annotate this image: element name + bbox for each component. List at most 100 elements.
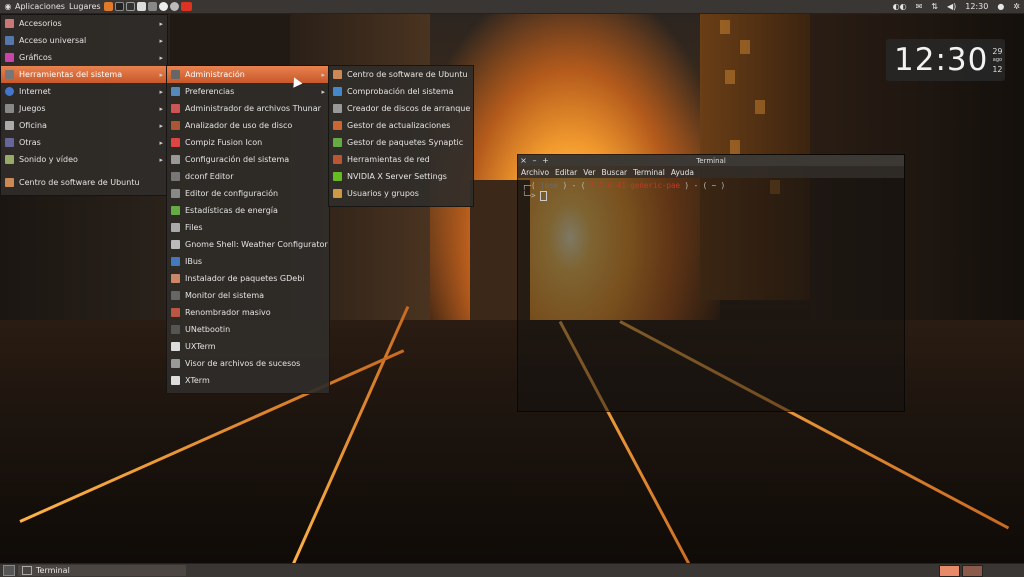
ibus-icon (171, 257, 180, 266)
minimize-icon[interactable]: – (529, 156, 540, 165)
submenu-item-files[interactable]: Files (167, 219, 329, 236)
top-panel: ◉ Aplicaciones Lugares ◐◐ ✉ ⇅ ◀) 12:30 ●… (0, 0, 1024, 14)
text-cursor (540, 191, 548, 201)
submenu-item-uxterm[interactable]: UXTerm (167, 338, 329, 355)
close-icon[interactable]: × (518, 156, 529, 165)
clock-month: ago (992, 56, 1003, 63)
terminal-menu-buscar[interactable]: Buscar (599, 168, 631, 177)
thunar-icon (171, 104, 180, 113)
admin-item-software-center[interactable]: Centro de software de Ubuntu (329, 66, 473, 83)
system-settings-icon (171, 155, 180, 164)
admin-item-nvidia[interactable]: NVIDIA X Server Settings (329, 168, 473, 185)
network-icon[interactable]: ⇅ (931, 2, 938, 11)
terminal-menu-archivo[interactable]: Archivo (518, 168, 552, 177)
menu-item-software-center[interactable]: Centro de software de Ubuntu (1, 174, 167, 191)
submenu-item-bulk-rename[interactable]: Renombrador masivo (167, 304, 329, 321)
submenu-item-config-editor[interactable]: Editor de configuración (167, 185, 329, 202)
submenu-item-system-settings[interactable]: Configuración del sistema (167, 151, 329, 168)
menu-item-oficina[interactable]: Oficina ▸ (1, 117, 167, 134)
mail-icon[interactable]: ✉ (916, 2, 923, 11)
nvidia-icon (333, 172, 342, 181)
volume-icon[interactable]: ◀) (947, 2, 956, 11)
applications-menu-button[interactable]: Aplicaciones (13, 2, 67, 11)
ubuntu-logo-icon[interactable]: ◉ (3, 2, 13, 11)
admin-item-startup-disk[interactable]: Creador de discos de arranque (329, 100, 473, 117)
terminal-menu-terminal[interactable]: Terminal (630, 168, 668, 177)
submenu-item-dconf[interactable]: dconf Editor (167, 168, 329, 185)
settings-icon[interactable] (169, 2, 179, 11)
menu-item-acceso-universal[interactable]: Acceso universal ▸ (1, 32, 167, 49)
files-icon[interactable] (147, 2, 157, 11)
workspace-1[interactable] (939, 565, 960, 577)
prompt-input-line[interactable]: └─> (522, 191, 900, 201)
submenu-item-preferencias[interactable]: Preferencias ▸ (167, 83, 329, 100)
terminal-window[interactable]: × – + Terminal Archivo Editar Ver Buscar… (517, 154, 905, 412)
submenu-item-disk-usage[interactable]: Analizador de uso de disco (167, 117, 329, 134)
submenu-item-unetbootin[interactable]: UNetbootin (167, 321, 329, 338)
submenu-item-log-viewer[interactable]: Visor de archivos de sucesos (167, 355, 329, 372)
internet-icon (5, 87, 14, 96)
terminal-icon[interactable] (114, 2, 124, 11)
menu-item-otras[interactable]: Otras ▸ (1, 134, 167, 151)
submenu-item-compiz[interactable]: Compiz Fusion Icon (167, 134, 329, 151)
software-center-icon (333, 70, 342, 79)
terminal-titlebar[interactable]: × – + Terminal (518, 155, 904, 166)
youtube-icon[interactable] (180, 2, 192, 11)
applications-menu: Accesorios ▸ Acceso universal ▸ Gráficos ▸ … (0, 14, 168, 196)
administration-menu: Centro de software de Ubuntu Comprobació… (328, 65, 474, 207)
firefox-icon[interactable] (103, 2, 113, 11)
menu-item-herramientas[interactable]: Herramientas del sistema ▸ (1, 66, 167, 83)
other-icon (5, 138, 14, 147)
bottom-panel: Terminal (0, 563, 1024, 577)
submenu-item-power-stats[interactable]: Estadísticas de energía (167, 202, 329, 219)
xterm-icon (171, 376, 180, 385)
clock-day: 29 (992, 46, 1003, 56)
menu-item-internet[interactable]: Internet ▸ (1, 83, 167, 100)
submenu-item-weather[interactable]: Gnome Shell: Weather Configurator (167, 236, 329, 253)
gdebi-icon (171, 274, 180, 283)
sound-video-icon (5, 155, 14, 164)
users-groups-icon (333, 189, 342, 198)
games-icon (5, 104, 14, 113)
show-desktop-icon[interactable] (3, 565, 15, 576)
terminal-output[interactable]: ┌─( jose ) - ( 3.2.0-41-generic-pae ) - … (518, 178, 904, 204)
terminal-menu-ver[interactable]: Ver (580, 168, 598, 177)
system-monitor-icon (171, 291, 180, 300)
clock-date: 29 ago 12 (992, 47, 1002, 74)
workspace-2[interactable] (962, 565, 983, 577)
admin-item-synaptic[interactable]: Gestor de paquetes Synaptic (329, 134, 473, 151)
gear-icon[interactable]: ✲ (1013, 2, 1020, 11)
menu-item-accesorios[interactable]: Accesorios ▸ (1, 15, 167, 32)
terminal2-icon[interactable] (125, 2, 135, 11)
submenu-item-administracion[interactable]: Administración ▸ (167, 66, 329, 83)
prompt-user: jose (540, 181, 559, 190)
browser-icon[interactable] (158, 2, 168, 11)
submenu-item-xterm[interactable]: XTerm (167, 372, 329, 389)
user-icon[interactable]: ● (997, 2, 1004, 11)
unetbootin-icon (171, 325, 180, 334)
submenu-item-ibus[interactable]: IBus (167, 253, 329, 270)
maximize-icon[interactable]: + (540, 156, 551, 165)
terminal-menu-ayuda[interactable]: Ayuda (668, 168, 697, 177)
indicator-eyes-icon[interactable]: ◐◐ (893, 2, 907, 11)
submenu-item-thunar[interactable]: Administrador de archivos Thunar (167, 100, 329, 117)
admin-item-update-manager[interactable]: Gestor de actualizaciones (329, 117, 473, 134)
startup-disk-icon (333, 104, 342, 113)
menu-item-sonido-video[interactable]: Sonido y vídeo ▸ (1, 151, 167, 168)
admin-item-system-check[interactable]: Comprobación del sistema (329, 83, 473, 100)
admin-item-network-tools[interactable]: Herramientas de red (329, 151, 473, 168)
terminal-menu-editar[interactable]: Editar (552, 168, 580, 177)
submenu-item-gdebi[interactable]: Instalador de paquetes GDebi (167, 270, 329, 287)
disk-usage-icon (171, 121, 180, 130)
menu-item-juegos[interactable]: Juegos ▸ (1, 100, 167, 117)
menu-item-graficos[interactable]: Gráficos ▸ (1, 49, 167, 66)
taskbar-item-terminal[interactable]: Terminal (18, 565, 186, 576)
text-editor-icon[interactable] (136, 2, 146, 11)
admin-item-users-groups[interactable]: Usuarios y grupos (329, 185, 473, 202)
update-manager-icon (333, 121, 342, 130)
submenu-item-system-monitor[interactable]: Monitor del sistema (167, 287, 329, 304)
preferences-icon (171, 87, 180, 96)
panel-clock[interactable]: 12:30 (965, 2, 988, 11)
places-menu-button[interactable]: Lugares (67, 2, 103, 11)
network-tools-icon (333, 155, 342, 164)
